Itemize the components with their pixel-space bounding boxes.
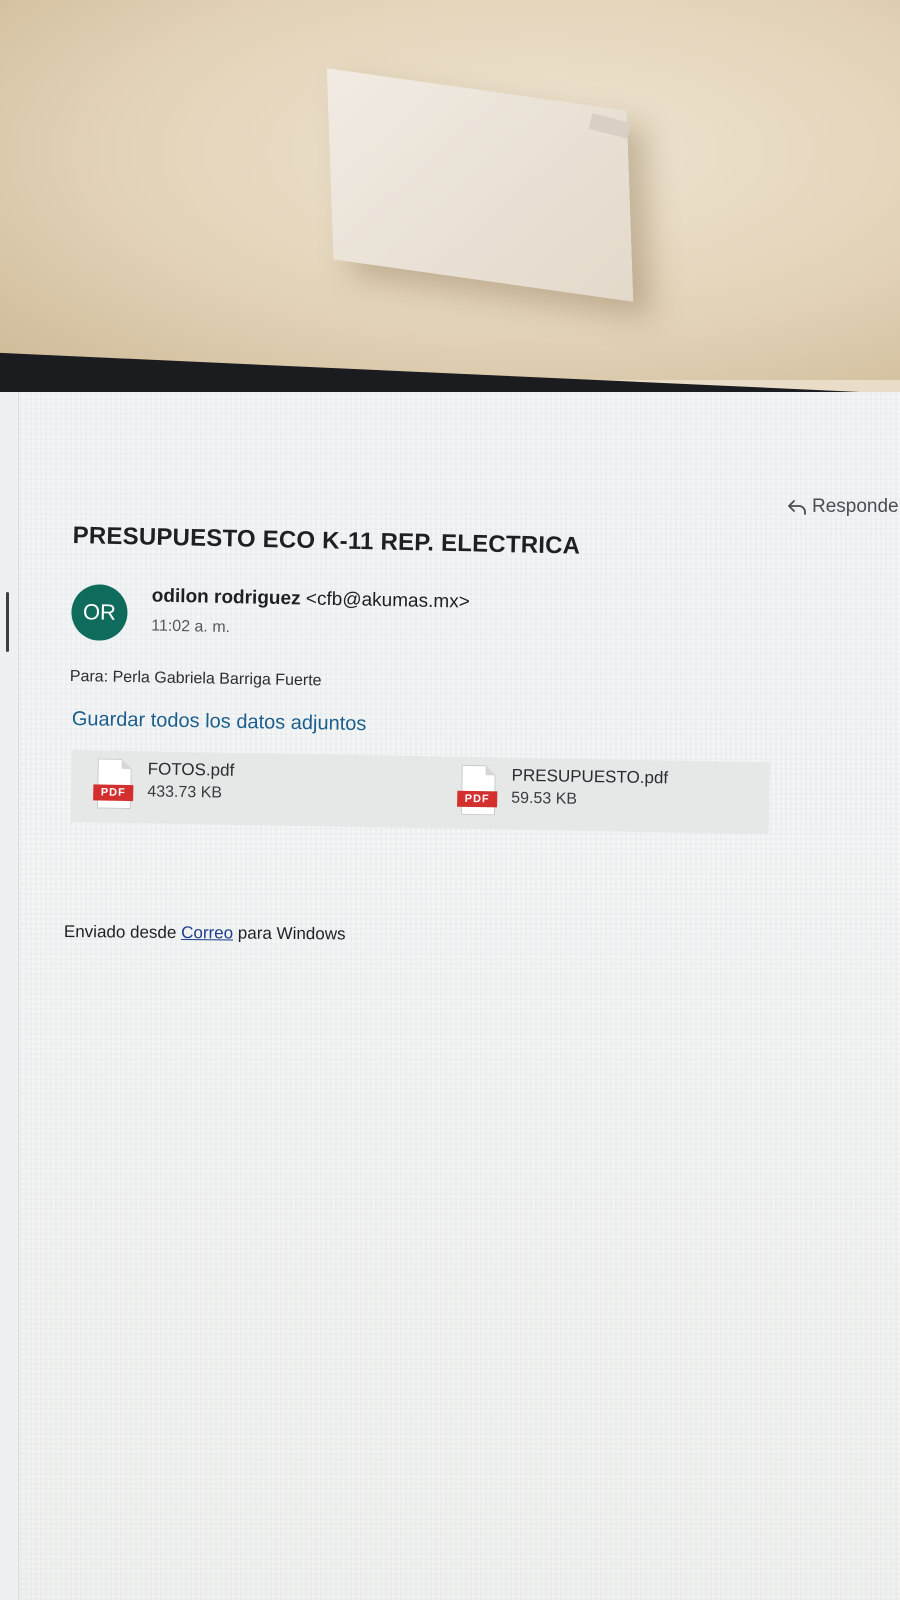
email-subject: PRESUPUESTO ECO K-11 REP. ELECTRICA	[72, 522, 581, 560]
pdf-badge: PDF	[93, 784, 134, 802]
avatar[interactable]: OR	[70, 584, 128, 642]
ceiling-light-panel	[326, 68, 634, 302]
email-time: 11:02 a. m.	[151, 617, 231, 637]
to-label: Para:	[69, 668, 109, 686]
ceiling-background	[0, 0, 900, 380]
sender-address: <cfb@akumas.mx>	[305, 588, 471, 613]
message-list-edge	[0, 392, 19, 1600]
sender-line[interactable]: odilon rodriguez <cfb@akumas.mx>	[152, 586, 470, 614]
attachment-item[interactable]: PDF FOTOS.pdf 433.73 KB	[93, 758, 234, 810]
mail-reading-pane: Responde PRESUPUESTO ECO K-11 REP. ELECT…	[0, 392, 900, 1600]
email-signature: Enviado desde Correo para Windows	[64, 922, 346, 944]
attachment-size: 59.53 KB	[511, 789, 578, 808]
signature-suffix: para Windows	[237, 923, 346, 944]
to-value[interactable]: Perla Gabriela Barriga Fuerte	[112, 669, 321, 690]
pdf-badge: PDF	[457, 790, 498, 808]
sender-name: odilon rodriguez	[151, 585, 301, 610]
reply-icon	[786, 497, 808, 517]
signature-prefix: Enviado desde	[63, 922, 177, 942]
recipients-line: Para: Perla Gabriela Barriga Fuerte	[70, 668, 322, 690]
selected-item-indicator	[6, 592, 9, 652]
correo-link[interactable]: Correo	[181, 923, 233, 942]
pdf-file-icon: PDF	[93, 758, 134, 810]
avatar-initials: OR	[82, 599, 117, 625]
attachment-name: FOTOS.pdf	[147, 759, 235, 780]
reply-label: Responde	[812, 496, 899, 517]
attachment-item[interactable]: PDF PRESUPUESTO.pdf 59.53 KB	[457, 764, 669, 819]
reply-button[interactable]: Responde	[786, 496, 899, 518]
attachment-size: 433.73 KB	[147, 783, 223, 802]
pdf-file-icon: PDF	[457, 764, 498, 816]
attachment-name: PRESUPUESTO.pdf	[511, 765, 669, 788]
attachments-bar: PDF FOTOS.pdf 433.73 KB PDF PRESUPUESTO.…	[70, 750, 770, 835]
save-all-attachments-link[interactable]: Guardar todos los datos adjuntos	[72, 708, 367, 736]
